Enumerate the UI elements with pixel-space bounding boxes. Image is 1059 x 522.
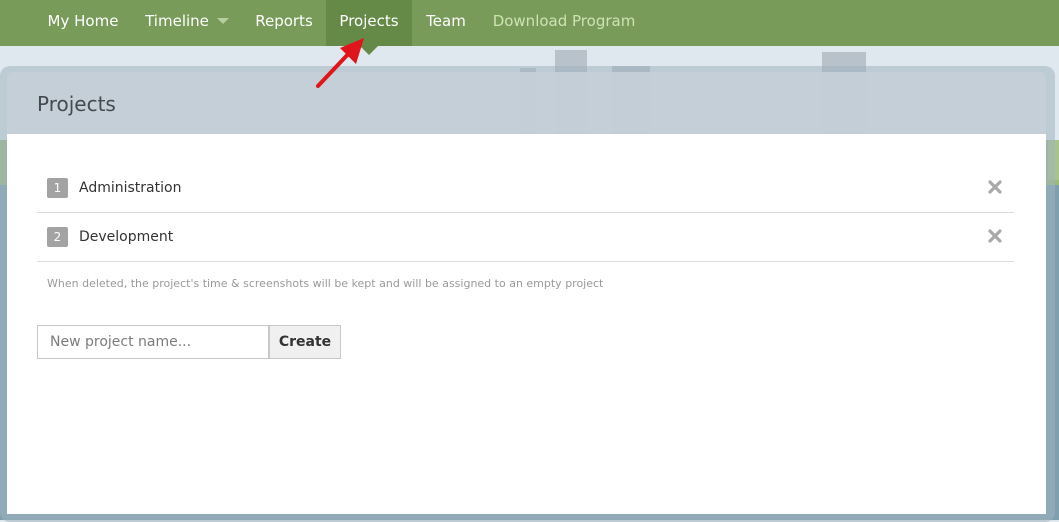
nav-download-program[interactable]: Download Program	[484, 0, 644, 46]
project-name: Development	[79, 229, 174, 245]
nav-timeline[interactable]: Timeline	[132, 0, 242, 46]
project-number-badge: 1	[47, 178, 68, 198]
project-row: 2 Development	[37, 213, 1014, 262]
nav-team-label: Team	[426, 12, 466, 30]
nav-download-program-label: Download Program	[492, 12, 636, 30]
nav-projects-label: Projects	[339, 12, 399, 30]
close-icon[interactable]	[986, 227, 1004, 245]
project-row: 1 Administration	[37, 164, 1014, 213]
panel-header: Projects	[7, 72, 1046, 134]
new-project-name-input[interactable]	[37, 325, 269, 359]
caret-down-icon	[216, 17, 229, 24]
nav-reports-label: Reports	[255, 12, 313, 30]
nav-my-home[interactable]: My Home	[36, 0, 130, 46]
nav-timeline-label: Timeline	[145, 12, 209, 30]
project-name: Administration	[79, 180, 182, 196]
create-button[interactable]: Create	[269, 325, 341, 359]
top-navbar: My Home Timeline Reports Projects Team D…	[0, 0, 1059, 46]
nav-my-home-label: My Home	[47, 12, 119, 30]
project-number-badge: 2	[47, 227, 68, 247]
panel-body: 1 Administration 2 Development When dele…	[7, 134, 1046, 514]
page-title: Projects	[37, 92, 116, 116]
nav-team[interactable]: Team	[414, 0, 478, 46]
delete-hint-text: When deleted, the project's time & scree…	[47, 277, 604, 290]
red-arrow-icon	[316, 38, 364, 88]
close-icon[interactable]	[986, 178, 1004, 196]
